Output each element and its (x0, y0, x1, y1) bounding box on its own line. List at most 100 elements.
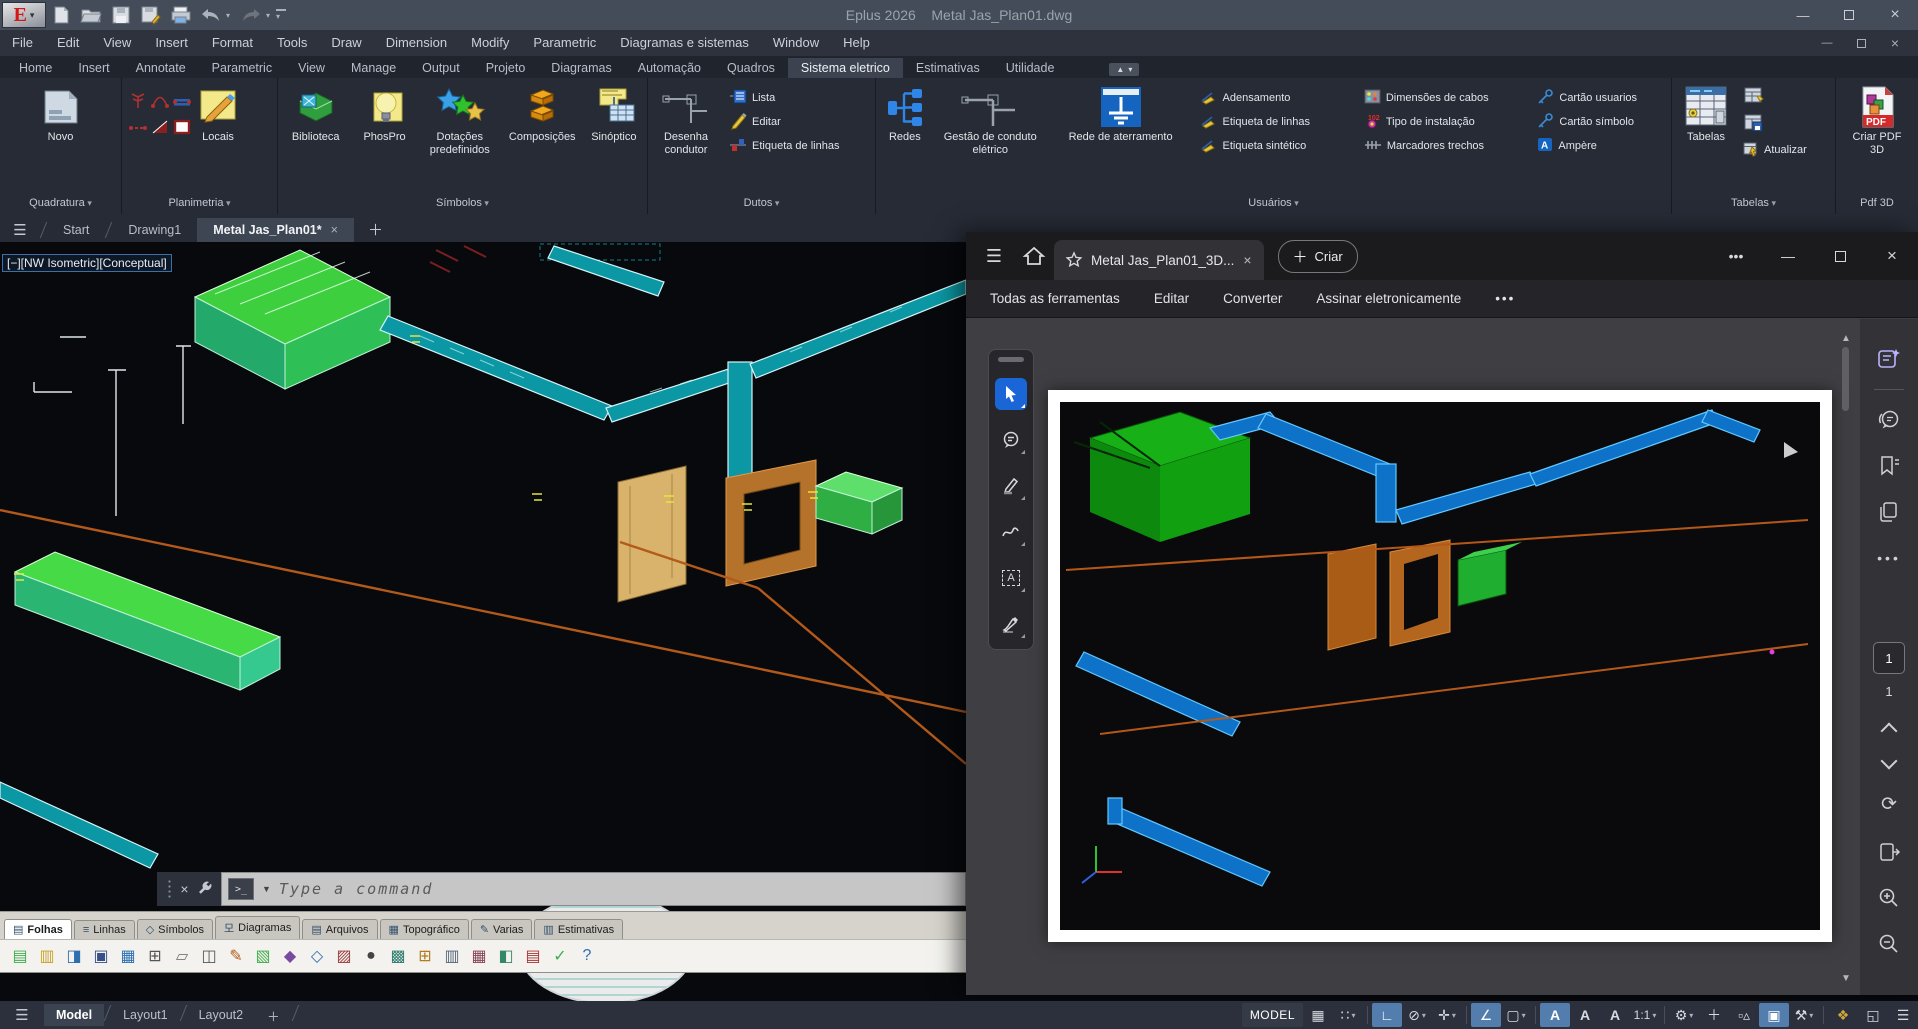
etiqueta-linhas-dutos-button[interactable]: Etiqueta de linhas (729, 134, 839, 158)
nova-folha-icon[interactable]: ▤ (8, 944, 32, 968)
status-customization-icon[interactable]: ☰ (1888, 1003, 1918, 1027)
cartao-usuarios-button[interactable]: Cartão usuarios (1537, 86, 1666, 110)
atualizar-folhas-icon[interactable]: ▤ (521, 944, 545, 968)
aterramento-button[interactable]: Rede de aterramento (1052, 82, 1190, 144)
annotation-autoscale-icon[interactable]: A (1570, 1003, 1600, 1027)
drawing-tabs-menu-icon[interactable]: ☰ (0, 218, 40, 242)
comments-panel-icon[interactable] (1871, 402, 1907, 438)
customization-wrench-icon[interactable]: ⚒▾ (1789, 1003, 1819, 1027)
comment-tool[interactable] (995, 424, 1027, 456)
panel-label-pdf3d[interactable]: Pdf 3D (1836, 194, 1918, 214)
ajuda-icon[interactable]: ? (575, 944, 599, 968)
linha-dupla-icon[interactable] (173, 94, 191, 112)
ribbon-tab[interactable]: Parametric (199, 58, 285, 78)
doc-close-button[interactable]: × (1878, 31, 1912, 55)
menu-item[interactable]: Format (200, 30, 265, 56)
object-snap-icon[interactable]: ▢▾ (1501, 1003, 1531, 1027)
page-thumbnails-icon[interactable] (1871, 494, 1907, 530)
tabela-nova-icon[interactable] (1743, 86, 1807, 111)
panel-label-simbolos[interactable]: Símbolos (278, 194, 647, 214)
pdf-home-icon[interactable] (1014, 236, 1054, 276)
pdf-menu-item[interactable]: Assinar eletronicamente (1316, 291, 1461, 306)
command-line-grip[interactable] (167, 879, 172, 899)
ampere-button[interactable]: A Ampère (1537, 134, 1666, 158)
area-icon[interactable] (174, 120, 190, 139)
ribbon-tab[interactable]: Projeto (473, 58, 539, 78)
annotation-visibility-icon[interactable]: A (1540, 1003, 1570, 1027)
new-file-icon[interactable] (46, 2, 76, 28)
menu-item[interactable]: Insert (143, 30, 200, 56)
panel-label-tabelas[interactable]: Tabelas (1672, 194, 1835, 214)
pdf-more-options-icon[interactable]: ••• (1710, 232, 1762, 280)
object-snap-tracking-icon[interactable]: ∠ (1471, 1003, 1501, 1027)
ribbon-tab[interactable]: Home (6, 58, 65, 78)
tab-varias[interactable]: ✎ Varias (471, 919, 533, 939)
pdf-menu-item[interactable]: Editar (1154, 291, 1189, 306)
select-tool[interactable] (995, 378, 1027, 410)
model-tab[interactable]: Model (44, 1004, 104, 1026)
status-menu-icon[interactable]: ☰ (0, 1006, 44, 1024)
camadas-icon[interactable]: ▧ (251, 944, 275, 968)
menu-item[interactable]: Edit (45, 30, 91, 56)
polar-tracking-icon[interactable]: ⊘▾ (1402, 1003, 1432, 1027)
dotacoes-button[interactable]: Dotações predefinidos (421, 82, 499, 157)
rotate-page-icon[interactable]: ⟳ (1881, 793, 1897, 816)
ribbon-tab[interactable]: Annotate (123, 58, 199, 78)
quick-measure-icon[interactable]: ＋ (1699, 1003, 1729, 1027)
bookmarks-panel-icon[interactable] (1871, 448, 1907, 484)
tab-drawing1[interactable]: Drawing1 (112, 218, 197, 242)
texto-icon[interactable]: ▨ (332, 944, 356, 968)
ribbon-tab[interactable]: Output (409, 58, 473, 78)
pdf-maximize-button[interactable] (1814, 232, 1866, 280)
isometric-drafting-icon[interactable]: ✛▾ (1432, 1003, 1462, 1027)
plot-icon[interactable] (166, 2, 196, 28)
rampa-icon[interactable] (152, 120, 168, 139)
composicoes-button[interactable]: Composições (507, 82, 578, 144)
pdf-menu-item[interactable]: Converter (1223, 291, 1282, 306)
usuarios-row-button[interactable]: Etiqueta de linhas (1200, 110, 1354, 134)
zoom-folha-icon[interactable]: ● (359, 944, 383, 968)
favorite-star-icon[interactable] (1066, 252, 1082, 268)
pdf-minimize-button[interactable]: — (1762, 232, 1814, 280)
scroll-up-icon[interactable]: ▲ (1840, 333, 1852, 345)
usuarios-row-button[interactable]: Adensamento (1200, 86, 1354, 110)
pdf-scrollbar[interactable]: ▲ ▼ (1838, 319, 1854, 995)
vistas-icon[interactable]: ▥ (440, 944, 464, 968)
panel-label-planimetria[interactable]: Planimetria (122, 194, 277, 214)
tab-arquivos[interactable]: ▤ Arquivos (302, 919, 377, 939)
imprimir-icon[interactable]: ⊞ (143, 944, 167, 968)
exportar-icon[interactable]: ◧ (494, 944, 518, 968)
doc-minimize-button[interactable]: — (1810, 31, 1844, 55)
open-file-icon[interactable] (76, 2, 106, 28)
undo-icon[interactable] (196, 2, 226, 28)
pdf-menu-more-icon[interactable]: ••• (1495, 291, 1515, 306)
ribbon-tab[interactable]: Estimativas (903, 58, 993, 78)
gestao-conduto-button[interactable]: Gestão de conduto elétrico (939, 82, 1042, 157)
quick-access-customize-icon[interactable]: ▾ (276, 9, 286, 21)
workspace-gear-icon[interactable]: ⚙▾ (1669, 1003, 1699, 1027)
ribbon-tab[interactable]: Utilidade (993, 58, 1068, 78)
atualizar-button[interactable]: Atualizar (1743, 140, 1807, 160)
next-page-icon[interactable] (1881, 753, 1898, 770)
minimize-button[interactable]: — (1780, 0, 1826, 30)
phospro-button[interactable]: PhosPro (356, 82, 412, 144)
edit-text-tool[interactable]: A (995, 562, 1027, 594)
highlight-tool[interactable] (995, 470, 1027, 502)
folhas-multiplas-icon[interactable]: ▥ (35, 944, 59, 968)
ai-assistant-icon[interactable] (1871, 341, 1907, 377)
ribbon-tab[interactable]: Automação (625, 58, 714, 78)
menu-item[interactable]: Diagramas e sistemas (608, 30, 761, 56)
command-input[interactable]: >_ ▼ Type a command (221, 872, 966, 906)
redo-caret-icon[interactable]: ▾ (266, 11, 276, 20)
trusted-location-icon[interactable]: ❖ (1828, 1003, 1858, 1027)
menu-item[interactable]: Tools (265, 30, 319, 56)
usuarios-row-button[interactable]: Etiqueta sintético (1200, 134, 1354, 158)
scroll-down-icon[interactable]: ▼ (1840, 973, 1852, 985)
pdf-close-button[interactable]: × (1866, 232, 1918, 280)
ribbon-tab[interactable]: Insert (65, 58, 122, 78)
new-layout-button[interactable]: ＋ (255, 1002, 292, 1029)
tabelas-button[interactable]: Tabelas (1677, 82, 1735, 144)
redes-button[interactable]: Redes (881, 82, 929, 144)
model-space-toggle[interactable]: MODEL (1242, 1003, 1303, 1027)
layout2-tab[interactable]: Layout2 (187, 1004, 255, 1026)
